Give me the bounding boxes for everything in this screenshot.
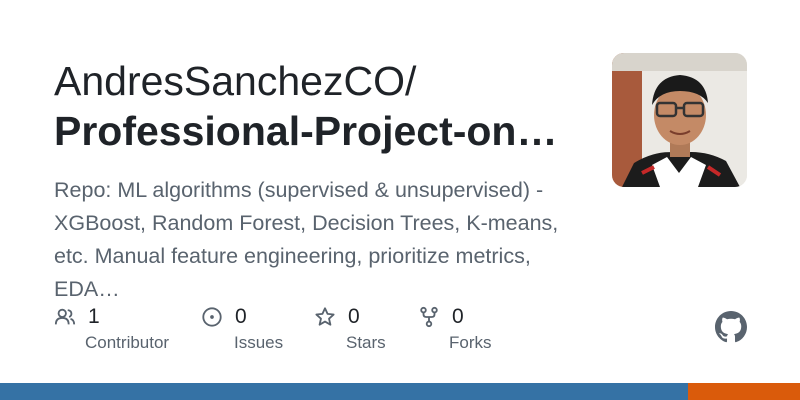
people-icon bbox=[54, 308, 76, 325]
contributors-label: Contributor bbox=[85, 333, 170, 352]
stars-label: Stars bbox=[346, 333, 386, 352]
forks-count: 0 bbox=[452, 305, 464, 328]
repo-name[interactable]: Professional-Project-on… bbox=[54, 108, 557, 154]
language-bar-segment bbox=[0, 383, 688, 400]
stat-stars[interactable]: 0 Stars bbox=[314, 300, 386, 352]
stat-issues[interactable]: 0 Issues bbox=[201, 300, 283, 352]
repo-description: Repo: ML algorithms (supervised & unsupe… bbox=[54, 178, 559, 301]
language-bar-segment bbox=[688, 383, 800, 400]
issue-icon bbox=[202, 307, 222, 327]
contributors-count: 1 bbox=[88, 305, 100, 328]
star-icon bbox=[315, 307, 335, 326]
repo-owner[interactable]: AndresSanchezCO/ bbox=[54, 58, 416, 104]
issues-label: Issues bbox=[234, 333, 284, 352]
avatar bbox=[612, 53, 747, 187]
fork-icon bbox=[420, 306, 438, 328]
github-logo-icon[interactable] bbox=[715, 311, 747, 343]
issues-count: 0 bbox=[235, 305, 247, 328]
avatar-image bbox=[612, 53, 747, 187]
forks-label: Forks bbox=[449, 333, 492, 352]
stat-forks[interactable]: 0 Forks bbox=[418, 300, 492, 352]
stat-contributors[interactable]: 1 Contributor bbox=[54, 300, 169, 352]
repo-stats: 1 Contributor 0 Issues 0 Stars 0 Forks bbox=[0, 300, 800, 360]
stars-count: 0 bbox=[348, 305, 360, 328]
